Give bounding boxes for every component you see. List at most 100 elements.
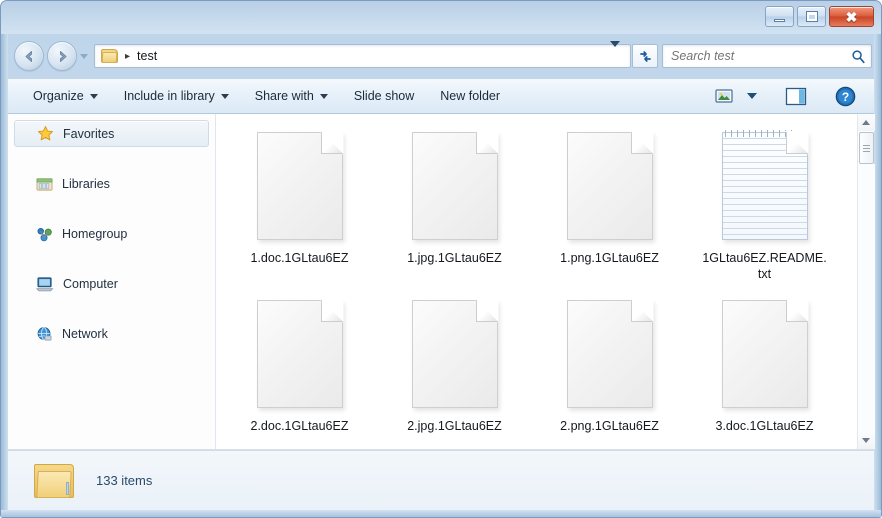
- preview-pane-button[interactable]: [779, 83, 813, 110]
- sidebar-item-libraries[interactable]: Libraries: [14, 170, 209, 197]
- file-item[interactable]: 1.jpg.1GLtau6EZ: [377, 126, 532, 294]
- file-name: 1.doc.1GLtau6EZ: [250, 251, 349, 265]
- computer-icon: [36, 276, 54, 291]
- sidebar-item-label: Favorites: [63, 126, 115, 141]
- sidebar-item-computer[interactable]: Computer: [14, 270, 209, 297]
- navigation-pane: Favorites Libraries Homegroup Computer N…: [8, 114, 216, 449]
- sidebar-item-network[interactable]: Network: [14, 320, 209, 347]
- blank-document-icon: [256, 131, 344, 240]
- file-list-view[interactable]: 1.doc.1GLtau6EZ 1.jpg.1GLtau6EZ 1.png.1G…: [216, 114, 857, 449]
- chevron-down-icon: [747, 93, 757, 99]
- file-item[interactable]: 1GLtau6EZ.README.txt: [687, 126, 842, 294]
- change-view-button[interactable]: [709, 84, 739, 108]
- file-name: 3.doc.1GLtau6EZ: [715, 419, 814, 433]
- close-icon: ✖: [845, 8, 858, 25]
- command-new-folder[interactable]: New folder: [429, 84, 511, 108]
- chevron-down-icon: [80, 53, 88, 59]
- file-name: 2.png.1GLtau6EZ: [560, 419, 659, 433]
- blank-document-icon: [256, 299, 344, 408]
- blank-document-icon: [566, 299, 654, 408]
- star-icon: [38, 126, 53, 141]
- chevron-down-icon: [319, 93, 328, 99]
- command-include-in-library-label: Include in library: [123, 89, 215, 103]
- explorer-body: Favorites Libraries Homegroup Computer N…: [8, 114, 875, 450]
- chevron-down-icon: [610, 41, 620, 64]
- maximize-button[interactable]: [797, 6, 826, 27]
- address-bar[interactable]: ▸ test: [94, 41, 631, 68]
- address-dropdown-button[interactable]: [602, 41, 628, 65]
- sidebar-item-favorites[interactable]: Favorites: [14, 120, 209, 147]
- minimize-button[interactable]: [765, 6, 794, 27]
- help-button[interactable]: ?: [829, 82, 862, 111]
- breadcrumb-path[interactable]: test: [137, 49, 157, 63]
- sidebar-item-label: Libraries: [62, 176, 110, 191]
- file-name: 2.jpg.1GLtau6EZ: [407, 419, 502, 433]
- vertical-scrollbar[interactable]: [857, 114, 875, 449]
- command-slide-show-label: Slide show: [353, 89, 415, 103]
- scroll-up-button[interactable]: [857, 114, 875, 131]
- explorer-window: ✖ ▸ test Search test Organize Include in…: [0, 0, 882, 518]
- command-organize-label: Organize: [33, 89, 84, 103]
- search-icon: [852, 49, 865, 63]
- file-item[interactable]: 2.jpg.1GLtau6EZ: [377, 294, 532, 449]
- homegroup-icon: [37, 227, 52, 241]
- grip-icon: [862, 144, 870, 152]
- library-icon: [36, 177, 53, 191]
- sidebar-item-homegroup[interactable]: Homegroup: [14, 220, 209, 247]
- blank-document-icon: [411, 131, 499, 240]
- blank-document-icon: [411, 299, 499, 408]
- blank-document-icon: [721, 299, 809, 408]
- command-include-in-library[interactable]: Include in library: [113, 84, 240, 108]
- file-item[interactable]: 2.doc.1GLtau6EZ: [222, 294, 377, 449]
- command-organize[interactable]: Organize: [22, 84, 109, 108]
- nav-arrow-group: [14, 41, 91, 71]
- command-share-with[interactable]: Share with: [244, 84, 339, 108]
- search-input[interactable]: [671, 49, 851, 63]
- command-share-with-label: Share with: [254, 89, 314, 103]
- scroll-down-button[interactable]: [857, 432, 875, 449]
- sidebar-item-label: Homegroup: [62, 226, 128, 241]
- title-bar[interactable]: ✖: [1, 1, 881, 34]
- command-bar: Organize Include in library Share with S…: [8, 78, 874, 114]
- status-bar: 133 items: [8, 450, 874, 510]
- forward-button[interactable]: [47, 41, 77, 71]
- search-box[interactable]: [662, 44, 872, 68]
- window-left-edge: [1, 1, 8, 517]
- chevron-down-icon: [220, 93, 229, 99]
- back-button[interactable]: [14, 41, 44, 71]
- back-arrow-icon: [25, 50, 32, 62]
- refresh-button[interactable]: [632, 44, 658, 68]
- chevron-up-icon: [862, 120, 870, 125]
- refresh-icon: [639, 50, 651, 62]
- file-grid: 1.doc.1GLtau6EZ 1.jpg.1GLtau6EZ 1.png.1G…: [216, 114, 857, 449]
- file-item[interactable]: 2.png.1GLtau6EZ: [532, 294, 687, 449]
- file-item[interactable]: 3.doc.1GLtau6EZ: [687, 294, 842, 449]
- command-bar-right-group: ?: [709, 82, 874, 111]
- network-globe-icon: [37, 326, 52, 340]
- maximize-icon: [805, 11, 818, 22]
- file-item[interactable]: 1.doc.1GLtau6EZ: [222, 126, 377, 294]
- svg-text:?: ?: [842, 90, 849, 104]
- file-name: 1.jpg.1GLtau6EZ: [407, 251, 502, 265]
- folder-icon: [34, 463, 74, 498]
- close-button[interactable]: ✖: [829, 6, 874, 27]
- scrollbar-track[interactable]: [857, 164, 875, 432]
- chevron-down-icon: [862, 438, 870, 443]
- forward-arrow-icon: [59, 50, 66, 62]
- item-count-label: 133 items: [96, 473, 153, 488]
- scrollbar-thumb[interactable]: [858, 132, 874, 164]
- file-item[interactable]: 1.png.1GLtau6EZ: [532, 126, 687, 294]
- command-new-folder-label: New folder: [440, 89, 501, 103]
- sidebar-item-label: Network: [62, 326, 108, 341]
- text-document-icon: [721, 130, 809, 240]
- chevron-down-icon: [89, 93, 98, 99]
- command-slide-show[interactable]: Slide show: [343, 84, 425, 108]
- change-view-dropdown[interactable]: [741, 89, 763, 103]
- blank-document-icon: [566, 131, 654, 240]
- recent-pages-button[interactable]: [77, 41, 91, 71]
- window-right-edge: [874, 1, 881, 517]
- breadcrumb-separator: ▸: [125, 50, 131, 62]
